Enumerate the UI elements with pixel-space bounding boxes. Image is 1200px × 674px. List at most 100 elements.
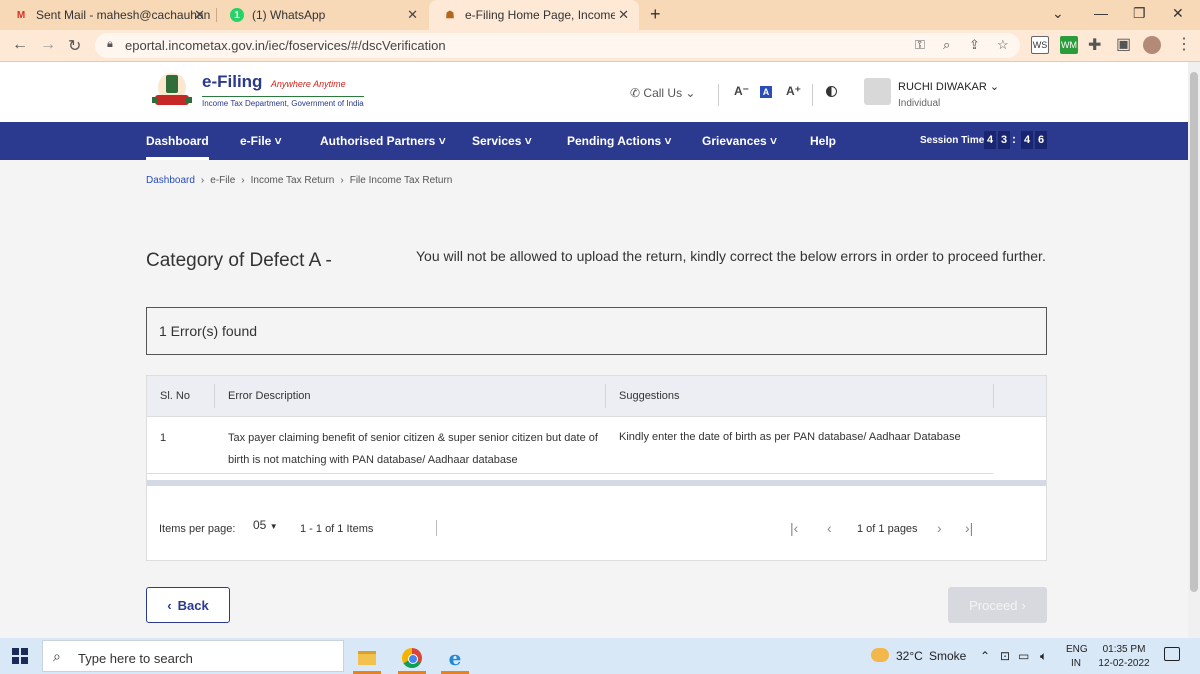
puzzle-extensions-icon[interactable]: ✚: [1088, 35, 1101, 55]
nav-pending-actions[interactable]: Pending Actions ˅: [567, 134, 672, 148]
increase-font-button[interactable]: A⁺: [786, 84, 801, 98]
column-separator: [214, 384, 215, 408]
next-page-icon[interactable]: ›: [937, 520, 942, 536]
header-divider: [718, 84, 719, 106]
menu-kebab-icon[interactable]: ⋮: [1176, 34, 1192, 54]
close-icon[interactable]: ✕: [194, 7, 205, 23]
back-button-label: Back: [177, 597, 209, 613]
contrast-toggle-icon[interactable]: [826, 86, 837, 97]
minimize-button[interactable]: —: [1094, 5, 1108, 21]
table-header: Sl. No Error Description Suggestions: [147, 376, 1046, 417]
session-digit: 4: [1021, 131, 1033, 149]
close-icon[interactable]: ✕: [618, 7, 629, 23]
language-indicator[interactable]: ENG IN: [1066, 643, 1088, 671]
proceed-button-label: Proceed: [969, 597, 1018, 613]
user-name: RUCHI DIWAKAR: [898, 81, 987, 93]
close-icon[interactable]: ✕: [407, 7, 418, 23]
wm-extension-icon[interactable]: WM: [1060, 36, 1078, 54]
profile-avatar[interactable]: [1143, 36, 1161, 54]
user-menu[interactable]: RUCHI DIWAKAR ⌄: [898, 80, 999, 93]
notifications-icon[interactable]: [1164, 647, 1180, 661]
browser-toolbar: ← → ↻ 🔒︎ eportal.incometax.gov.in/iec/fo…: [0, 30, 1200, 62]
proceed-button[interactable]: Proceed ›: [948, 587, 1047, 623]
session-digit: 3: [998, 131, 1010, 149]
items-per-page-label: Items per page:: [159, 523, 236, 535]
breadcrumb-dashboard[interactable]: Dashboard: [146, 175, 195, 186]
scrollbar-thumb[interactable]: [1190, 72, 1198, 592]
new-tab-button[interactable]: +: [650, 4, 661, 25]
header-divider: [812, 84, 813, 106]
nav-dashboard[interactable]: Dashboard: [146, 134, 209, 160]
network-icon[interactable]: ⊡: [1000, 649, 1010, 663]
share-icon[interactable]: ⇪: [969, 37, 980, 53]
clock-time: 01:35 PM: [1102, 644, 1146, 655]
temperature[interactable]: 32°C: [896, 649, 923, 663]
weather-haze-icon[interactable]: [871, 648, 889, 662]
back-button[interactable]: ‹ Back: [146, 587, 230, 623]
breadcrumb-separator-icon: ›: [200, 175, 205, 186]
decrease-font-button[interactable]: A⁻: [734, 84, 749, 98]
chevron-left-icon: ‹: [167, 597, 172, 613]
session-digit: 4: [984, 131, 996, 149]
weather-condition[interactable]: Smoke: [929, 649, 966, 663]
tab-gmail[interactable]: M Sent Mail - mahesh@cachauhan ✕: [0, 0, 215, 30]
ws-extension-icon[interactable]: WS: [1031, 36, 1049, 54]
taskbar-search-input[interactable]: ⌕ Type here to search: [42, 640, 344, 672]
lock-icon[interactable]: 🔒︎: [107, 38, 113, 51]
tab-whatsapp[interactable]: 1 (1) WhatsApp ✕: [216, 0, 428, 30]
call-us-dropdown[interactable]: ✆ Call Us ⌄: [630, 86, 695, 100]
logo-main-text: e-Filing: [202, 72, 263, 91]
windows-taskbar: ⌕ Type here to search e 32°C Smoke ⌃ ⊡ ▭…: [0, 638, 1200, 674]
tab-search-icon[interactable]: ⌄: [1052, 5, 1064, 22]
tab-efiling[interactable]: ☗ e-Filing Home Page, Income Tax ✕: [429, 0, 639, 30]
chrome-icon: [402, 648, 422, 668]
page-scrollbar[interactable]: [1188, 62, 1200, 638]
first-page-icon[interactable]: |‹: [790, 520, 798, 536]
taskbar-search-placeholder: Type here to search: [78, 651, 193, 666]
zoom-icon[interactable]: ⌕: [943, 37, 950, 53]
chevron-up-icon[interactable]: ⌃: [980, 649, 990, 663]
nav-grievances[interactable]: Grievances ˅: [702, 134, 777, 148]
nav-e-file[interactable]: e-File ˅: [240, 134, 282, 148]
efiling-logo[interactable]: e-Filing Anywhere Anytime Income Tax Dep…: [202, 72, 364, 108]
gmail-icon: M: [16, 9, 26, 21]
forward-arrow-icon[interactable]: →: [40, 36, 56, 54]
normal-font-button[interactable]: A: [760, 86, 772, 98]
logo-tagline: Anywhere Anytime: [270, 79, 346, 89]
cell-sl-no: 1: [160, 432, 167, 444]
nav-authorised-partners[interactable]: Authorised Partners ˅: [320, 134, 446, 148]
last-page-icon[interactable]: ›|: [965, 520, 973, 536]
windows-start-icon[interactable]: [12, 648, 28, 664]
region-code: IN: [1071, 658, 1081, 669]
volume-muted-icon[interactable]: 🔈︎: [1040, 649, 1047, 664]
chevron-down-icon: ⌄: [685, 86, 696, 100]
user-avatar[interactable]: [864, 78, 891, 105]
bookmark-star-icon[interactable]: ☆: [997, 37, 1009, 53]
breadcrumb-file-itr: File Income Tax Return: [349, 175, 453, 186]
income-tax-emblem-icon[interactable]: [147, 71, 197, 109]
defect-message: You will not be allowed to upload the re…: [416, 248, 1046, 264]
reload-icon[interactable]: ↻: [68, 36, 81, 56]
internet-explorer-app[interactable]: e: [437, 642, 473, 674]
back-arrow-icon[interactable]: ←: [12, 36, 28, 54]
file-explorer-app[interactable]: [349, 642, 385, 674]
window-close-button[interactable]: ✕: [1172, 5, 1184, 22]
maximize-button[interactable]: ❐: [1133, 5, 1146, 22]
nav-help[interactable]: Help: [810, 134, 836, 148]
sidebar-icon[interactable]: ▣: [1116, 34, 1131, 54]
battery-icon[interactable]: ▭: [1018, 649, 1029, 663]
previous-page-icon[interactable]: ‹: [827, 520, 832, 536]
browser-tab-strip: M Sent Mail - mahesh@cachauhan ✕ 1 (1) W…: [0, 0, 1200, 30]
nav-services[interactable]: Services ˅: [472, 134, 532, 148]
table-horizontal-scrollbar[interactable]: [147, 480, 1046, 486]
session-digit: 6: [1035, 131, 1047, 149]
address-bar[interactable]: 🔒︎ eportal.incometax.gov.in/iec/foservic…: [95, 33, 1020, 58]
chrome-app[interactable]: [394, 642, 430, 674]
site-header: e-Filing Anywhere Anytime Income Tax Dep…: [0, 62, 1188, 122]
tab-title: Sent Mail - mahesh@cachauhan: [36, 8, 211, 22]
items-per-page-value: 05: [253, 518, 267, 532]
chevron-right-icon: ›: [1021, 597, 1026, 613]
key-icon[interactable]: ⚿: [915, 37, 925, 53]
system-clock[interactable]: 01:35 PM 12-02-2022: [1096, 643, 1152, 671]
items-per-page-select[interactable]: 05 ▼: [253, 518, 278, 532]
